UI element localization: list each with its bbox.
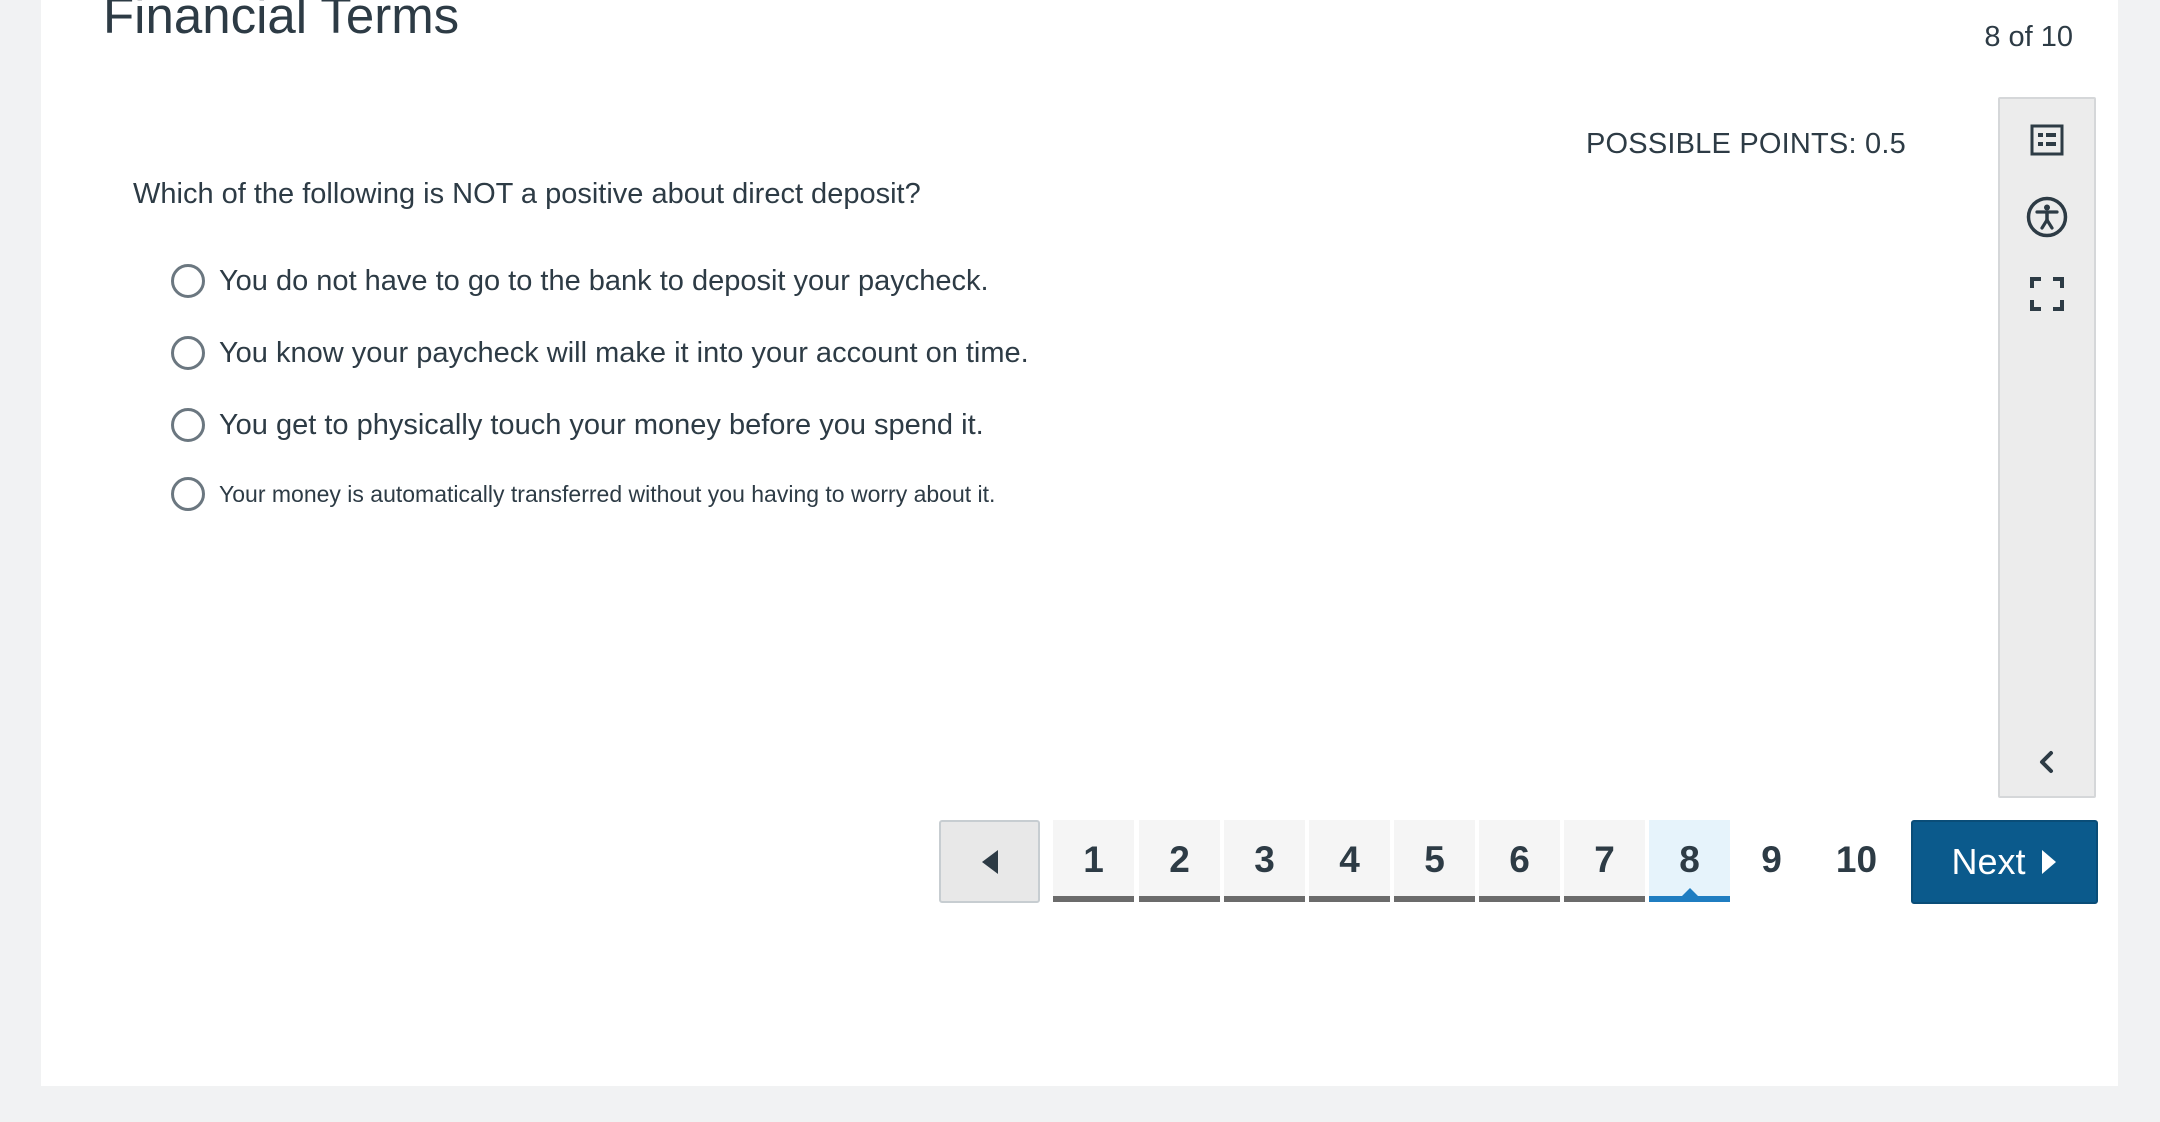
page-number: 3 [1254, 839, 1275, 880]
side-toolbar [1998, 97, 2096, 798]
answer-option-2[interactable]: You know your paycheck will make it into… [171, 336, 1029, 370]
page-link-6[interactable]: 6 [1479, 820, 1560, 902]
page-number: 4 [1339, 839, 1360, 880]
page-number: 5 [1424, 839, 1445, 880]
answered-indicator [1394, 896, 1475, 902]
page-link-1[interactable]: 1 [1053, 820, 1134, 902]
answer-option-3[interactable]: You get to physically touch your money b… [171, 408, 984, 442]
page-link-10[interactable]: 10 [1816, 820, 1897, 900]
answered-indicator [1139, 896, 1220, 902]
question-list-button[interactable] [2000, 105, 2094, 175]
collapse-toolbar-button[interactable] [2000, 727, 2094, 797]
accessibility-icon [2026, 196, 2068, 238]
page-number: 6 [1509, 839, 1530, 880]
caret-left-icon [981, 849, 998, 874]
page-link-2[interactable]: 2 [1139, 820, 1220, 902]
current-caret-icon [1680, 888, 1699, 897]
page-link-3[interactable]: 3 [1224, 820, 1305, 902]
page-number: 8 [1679, 839, 1700, 880]
quiz-card: Financial Terms 8 of 10 POSSIBLE POINTS:… [41, 0, 2118, 1086]
next-button-label: Next [1951, 841, 2026, 882]
question-progress-count: 8 of 10 [1984, 21, 2073, 53]
collapse-chevron-icon [2040, 751, 2053, 773]
possible-points: POSSIBLE POINTS: 0.5 [1586, 128, 1906, 160]
answered-indicator [1309, 896, 1390, 902]
answered-indicator [1224, 896, 1305, 902]
caret-right-icon [2041, 850, 2056, 874]
page-link-9[interactable]: 9 [1731, 820, 1812, 900]
page-number: 9 [1761, 839, 1782, 880]
answer-label: You get to physically touch your money b… [219, 408, 984, 441]
page-number: 1 [1083, 839, 1104, 880]
page-number: 2 [1169, 839, 1190, 880]
accessibility-button[interactable] [2000, 182, 2094, 252]
page-link-4[interactable]: 4 [1309, 820, 1390, 902]
page-number: 10 [1835, 839, 1878, 880]
page-link-8-current[interactable]: 8 [1649, 820, 1730, 902]
answered-indicator [1053, 896, 1134, 902]
page-number: 7 [1594, 839, 1615, 880]
page-link-5[interactable]: 5 [1394, 820, 1475, 902]
answer-label: You do not have to go to the bank to dep… [219, 264, 989, 297]
answer-label: Your money is automatically transferred … [219, 481, 996, 507]
next-question-button[interactable]: Next [1911, 820, 2098, 904]
answered-indicator [1479, 896, 1560, 902]
radio-button[interactable] [171, 408, 205, 442]
radio-button[interactable] [171, 264, 205, 298]
answered-indicator [1564, 896, 1645, 902]
quiz-title: Financial Terms [103, 0, 460, 44]
answer-option-1[interactable]: You do not have to go to the bank to dep… [171, 264, 989, 298]
radio-button[interactable] [171, 477, 205, 511]
fullscreen-button[interactable] [2000, 259, 2094, 329]
fullscreen-icon [2030, 277, 2064, 311]
radio-button[interactable] [171, 336, 205, 370]
answer-label: You know your paycheck will make it into… [219, 336, 1029, 369]
question-list-icon [2030, 124, 2064, 156]
answer-option-4[interactable]: Your money is automatically transferred … [171, 466, 1019, 522]
previous-question-button[interactable] [939, 820, 1040, 903]
page-link-7[interactable]: 7 [1564, 820, 1645, 902]
question-text: Which of the following is NOT a positive… [133, 178, 921, 210]
